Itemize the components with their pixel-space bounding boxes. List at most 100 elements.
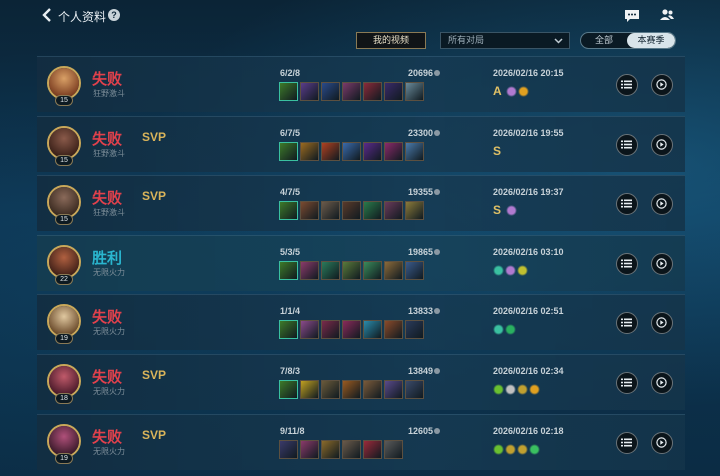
friends-icon[interactable]	[659, 8, 675, 22]
replay-button[interactable]	[651, 252, 673, 275]
match-row[interactable]: 15 失败 狂野激斗 SVP 6/7/5 23300 2026/02/16 19:55 S	[37, 115, 685, 172]
segment-season[interactable]: 本赛季	[627, 33, 675, 48]
item-icon[interactable]	[405, 141, 424, 161]
champion-portrait	[49, 68, 79, 98]
achievement-icon	[505, 324, 516, 336]
item-icon[interactable]	[321, 82, 340, 101]
chat-icon[interactable]	[624, 9, 640, 23]
achievement-icon	[493, 443, 504, 455]
gold-value: 23300	[408, 127, 434, 138]
item-icon[interactable]	[384, 260, 403, 280]
item-icon[interactable]	[279, 379, 298, 399]
item-icon[interactable]	[321, 439, 340, 459]
item-icon[interactable]	[342, 320, 361, 340]
item-icon[interactable]	[384, 82, 403, 101]
match-result: 失败	[92, 428, 123, 446]
gold-earned: 20696	[408, 68, 441, 78]
match-details-button[interactable]	[616, 431, 638, 454]
play-icon	[656, 377, 667, 388]
item-icon[interactable]	[342, 201, 361, 221]
replay-button[interactable]	[651, 74, 673, 96]
item-icon[interactable]	[405, 201, 424, 221]
match-details-button[interactable]	[616, 133, 638, 156]
item-icon[interactable]	[363, 439, 382, 459]
item-icon[interactable]	[405, 379, 424, 399]
replay-button[interactable]	[651, 371, 673, 394]
item-icon[interactable]	[384, 379, 403, 399]
match-details-button[interactable]	[616, 193, 638, 216]
match-details-button[interactable]	[616, 74, 638, 96]
item-icon[interactable]	[279, 201, 298, 221]
item-icon[interactable]	[279, 320, 298, 340]
match-date: 2026/02/16 20:15	[493, 68, 564, 78]
match-details-button[interactable]	[616, 371, 638, 394]
item-icon[interactable]	[363, 141, 382, 161]
match-row[interactable]: 15 失败 狂野激斗 SVP 4/7/5 19355 2026/02/16 19:37 S	[37, 175, 685, 232]
match-details-button[interactable]	[616, 312, 638, 335]
segment-all[interactable]: 全部	[581, 33, 627, 48]
item-icon[interactable]	[384, 320, 403, 340]
item-icon[interactable]	[300, 82, 319, 101]
play-icon	[656, 436, 667, 448]
achievement-icon	[493, 324, 504, 336]
item-icon[interactable]	[279, 439, 298, 459]
item-icon[interactable]	[363, 82, 382, 101]
gold-coin-icon	[434, 129, 441, 136]
item-icon[interactable]	[321, 141, 340, 161]
achievement-icon	[529, 383, 540, 395]
item-icon[interactable]	[300, 379, 319, 399]
replay-button[interactable]	[651, 133, 673, 156]
item-icon[interactable]	[300, 141, 319, 161]
game-mode: 无限火力	[93, 386, 125, 396]
svp-badge: SVP	[142, 129, 167, 144]
item-icon[interactable]	[300, 439, 319, 459]
match-row[interactable]: 22 胜利 无限火力 5/3/5 19865 2026/02/16 03:10	[37, 234, 685, 291]
item-icon[interactable]	[384, 201, 403, 221]
match-details-button[interactable]	[616, 252, 638, 275]
help-icon[interactable]: ?	[108, 9, 120, 21]
item-icon[interactable]	[342, 439, 361, 459]
item-icon[interactable]	[405, 260, 424, 280]
gold-earned: 12605	[408, 426, 441, 436]
match-row[interactable]: 18 失败 无限火力 SVP 7/8/3 13849 2026/02/16 02:34	[37, 353, 685, 410]
item-icon[interactable]	[300, 260, 319, 280]
back-arrow-icon[interactable]	[40, 7, 54, 23]
my-videos-button[interactable]: 我的视频	[356, 32, 426, 49]
item-icon[interactable]	[363, 320, 382, 340]
item-icon[interactable]	[363, 379, 382, 399]
match-row[interactable]: 19 失败 无限火力 1/1/4 13833 2026/02/16 02:51	[37, 294, 685, 351]
item-icon[interactable]	[342, 141, 361, 161]
list-icon	[621, 140, 632, 149]
replay-button[interactable]	[651, 431, 673, 454]
item-icon[interactable]	[321, 201, 340, 221]
achievement-icon	[505, 443, 516, 455]
play-icon	[656, 138, 667, 150]
item-icon[interactable]	[321, 379, 340, 399]
list-icon	[621, 378, 632, 387]
item-icon[interactable]	[321, 260, 340, 280]
replay-button[interactable]	[651, 312, 673, 335]
item-icon[interactable]	[342, 260, 361, 280]
champion-portrait	[49, 246, 79, 277]
item-icon[interactable]	[405, 82, 424, 101]
gold-value: 20696	[408, 68, 434, 78]
item-icon[interactable]	[384, 439, 403, 459]
match-row[interactable]: 15 失败 狂野激斗 6/2/8 20696 2026/02/16 20:15 A	[37, 56, 685, 112]
replay-button[interactable]	[651, 193, 673, 216]
item-icon[interactable]	[363, 201, 382, 221]
match-list: 15 失败 狂野激斗 6/2/8 20696 2026/02/16 20:15 A 15 失败狂…	[37, 56, 685, 473]
item-icon[interactable]	[363, 260, 382, 280]
item-icon[interactable]	[321, 320, 340, 340]
item-icon[interactable]	[342, 82, 361, 101]
item-icon[interactable]	[279, 260, 298, 280]
mode-dropdown[interactable]: 所有对局	[440, 32, 570, 49]
item-icon[interactable]	[405, 320, 424, 340]
item-icon[interactable]	[342, 379, 361, 399]
item-icon[interactable]	[279, 141, 298, 161]
match-date: 2026/02/16 02:18	[493, 425, 564, 436]
item-icon[interactable]	[384, 141, 403, 161]
item-icon[interactable]	[300, 320, 319, 340]
match-row[interactable]: 19 失败 无限火力 SVP 9/11/8 12605 2026/02/16 02:18	[37, 413, 685, 470]
item-icon[interactable]	[300, 201, 319, 221]
item-icon[interactable]	[279, 82, 298, 101]
